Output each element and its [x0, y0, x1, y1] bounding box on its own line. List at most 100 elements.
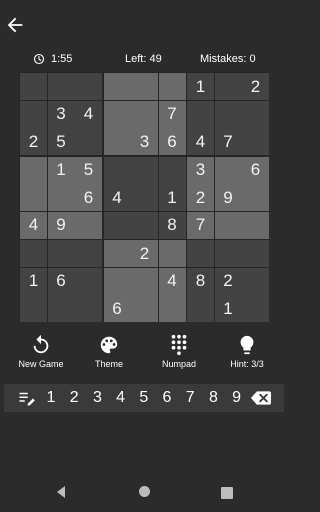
number-button-8[interactable]: 8 — [203, 384, 223, 412]
number-button-1[interactable]: 1 — [41, 384, 61, 412]
sudoku-cell[interactable] — [47, 240, 75, 267]
sudoku-cell[interactable] — [242, 267, 269, 295]
sudoku-cell[interactable]: 2 — [214, 267, 242, 295]
sudoku-cell[interactable]: 7 — [158, 100, 186, 128]
sudoku-cell[interactable]: 4 — [187, 128, 214, 155]
sudoku-cell[interactable]: 4 — [103, 184, 131, 211]
sudoku-cell[interactable] — [20, 156, 47, 184]
sudoku-cell[interactable] — [158, 240, 186, 267]
nav-home-icon[interactable] — [138, 485, 151, 503]
sudoku-cell[interactable]: 5 — [47, 128, 75, 155]
sudoku-cell[interactable] — [103, 267, 131, 295]
sudoku-cell[interactable] — [131, 267, 158, 295]
sudoku-cell[interactable] — [131, 73, 158, 100]
sudoku-cell[interactable] — [242, 240, 269, 267]
sudoku-cell[interactable] — [103, 240, 131, 267]
sudoku-cell[interactable]: 2 — [242, 73, 269, 100]
number-button-7[interactable]: 7 — [180, 384, 200, 412]
nav-recents-icon[interactable] — [221, 486, 233, 504]
sudoku-cell[interactable] — [131, 211, 158, 239]
sudoku-cell[interactable] — [214, 156, 242, 184]
sudoku-cell[interactable] — [103, 128, 131, 155]
sudoku-cell[interactable]: 5 — [75, 156, 102, 184]
sudoku-cell[interactable]: 3 — [47, 100, 75, 128]
sudoku-cell[interactable] — [75, 211, 102, 239]
sudoku-cell[interactable]: 7 — [187, 211, 214, 239]
sudoku-cell[interactable]: 1 — [187, 73, 214, 100]
number-button-3[interactable]: 3 — [87, 384, 107, 412]
sudoku-cell[interactable]: 4 — [158, 267, 186, 295]
sudoku-cell[interactable]: 7 — [214, 128, 242, 155]
sudoku-cell[interactable] — [75, 267, 102, 295]
sudoku-cell[interactable] — [158, 295, 186, 322]
sudoku-cell[interactable] — [131, 184, 158, 211]
sudoku-cell[interactable]: 1 — [214, 295, 242, 322]
sudoku-cell[interactable] — [158, 73, 186, 100]
sudoku-cell[interactable]: 2 — [131, 240, 158, 267]
sudoku-cell[interactable] — [187, 240, 214, 267]
theme-button[interactable]: Theme — [79, 334, 139, 369]
sudoku-cell[interactable]: 3 — [187, 156, 214, 184]
sudoku-cell[interactable] — [103, 73, 131, 100]
sudoku-cell[interactable] — [214, 211, 242, 239]
sudoku-cell[interactable] — [242, 211, 269, 239]
notes-toggle-button[interactable] — [16, 384, 38, 412]
sudoku-cell[interactable] — [242, 128, 269, 155]
sudoku-cell[interactable] — [103, 156, 131, 184]
new-game-button[interactable]: New Game — [11, 334, 71, 369]
sudoku-cell[interactable]: 2 — [20, 128, 47, 155]
sudoku-cell[interactable] — [103, 211, 131, 239]
sudoku-cell[interactable] — [214, 100, 242, 128]
number-button-5[interactable]: 5 — [134, 384, 154, 412]
sudoku-cell[interactable] — [47, 73, 75, 100]
sudoku-cell[interactable]: 1 — [20, 267, 47, 295]
sudoku-cell[interactable] — [242, 184, 269, 211]
back-arrow-icon[interactable] — [4, 14, 26, 36]
nav-back-icon[interactable] — [55, 485, 67, 504]
sudoku-cell[interactable]: 2 — [187, 184, 214, 211]
sudoku-cell[interactable]: 4 — [20, 211, 47, 239]
sudoku-cell[interactable]: 1 — [158, 184, 186, 211]
number-button-6[interactable]: 6 — [157, 384, 177, 412]
sudoku-cell[interactable]: 9 — [214, 184, 242, 211]
number-button-4[interactable]: 4 — [111, 384, 131, 412]
sudoku-cell[interactable]: 8 — [158, 211, 186, 239]
sudoku-cell[interactable] — [20, 295, 47, 322]
sudoku-cell[interactable] — [75, 295, 102, 322]
hint-button[interactable]: Hint: 3/3 — [217, 334, 277, 369]
numpad-button[interactable]: Numpad — [149, 334, 209, 369]
sudoku-cell[interactable] — [158, 156, 186, 184]
sudoku-cell[interactable] — [131, 100, 158, 128]
sudoku-cell[interactable] — [20, 73, 47, 100]
sudoku-cell[interactable] — [75, 73, 102, 100]
sudoku-cell[interactable] — [20, 100, 47, 128]
sudoku-cell[interactable] — [187, 100, 214, 128]
sudoku-cell[interactable] — [75, 240, 102, 267]
sudoku-cell[interactable]: 1 — [47, 156, 75, 184]
sudoku-cell[interactable] — [47, 295, 75, 322]
sudoku-cell[interactable] — [103, 100, 131, 128]
sudoku-cell[interactable] — [75, 128, 102, 155]
sudoku-cell[interactable] — [187, 295, 214, 322]
sudoku-cell[interactable] — [20, 184, 47, 211]
number-button-9[interactable]: 9 — [227, 384, 247, 412]
sudoku-cell[interactable] — [131, 156, 158, 184]
number-button-2[interactable]: 2 — [64, 384, 84, 412]
sudoku-cell[interactable] — [131, 295, 158, 322]
sudoku-cell[interactable] — [20, 240, 47, 267]
sudoku-cell[interactable]: 8 — [187, 267, 214, 295]
sudoku-cell[interactable]: 6 — [242, 156, 269, 184]
sudoku-cell[interactable]: 4 — [75, 100, 102, 128]
sudoku-cell[interactable] — [242, 100, 269, 128]
erase-button[interactable] — [249, 384, 273, 412]
sudoku-cell[interactable] — [242, 295, 269, 322]
sudoku-cell[interactable] — [214, 240, 242, 267]
sudoku-cell[interactable]: 6 — [158, 128, 186, 155]
sudoku-cell[interactable]: 6 — [47, 267, 75, 295]
sudoku-cell[interactable] — [214, 73, 242, 100]
sudoku-cell[interactable]: 3 — [131, 128, 158, 155]
sudoku-cell[interactable] — [47, 184, 75, 211]
sudoku-cell[interactable]: 6 — [103, 295, 131, 322]
sudoku-cell[interactable]: 6 — [75, 184, 102, 211]
sudoku-cell[interactable]: 9 — [47, 211, 75, 239]
